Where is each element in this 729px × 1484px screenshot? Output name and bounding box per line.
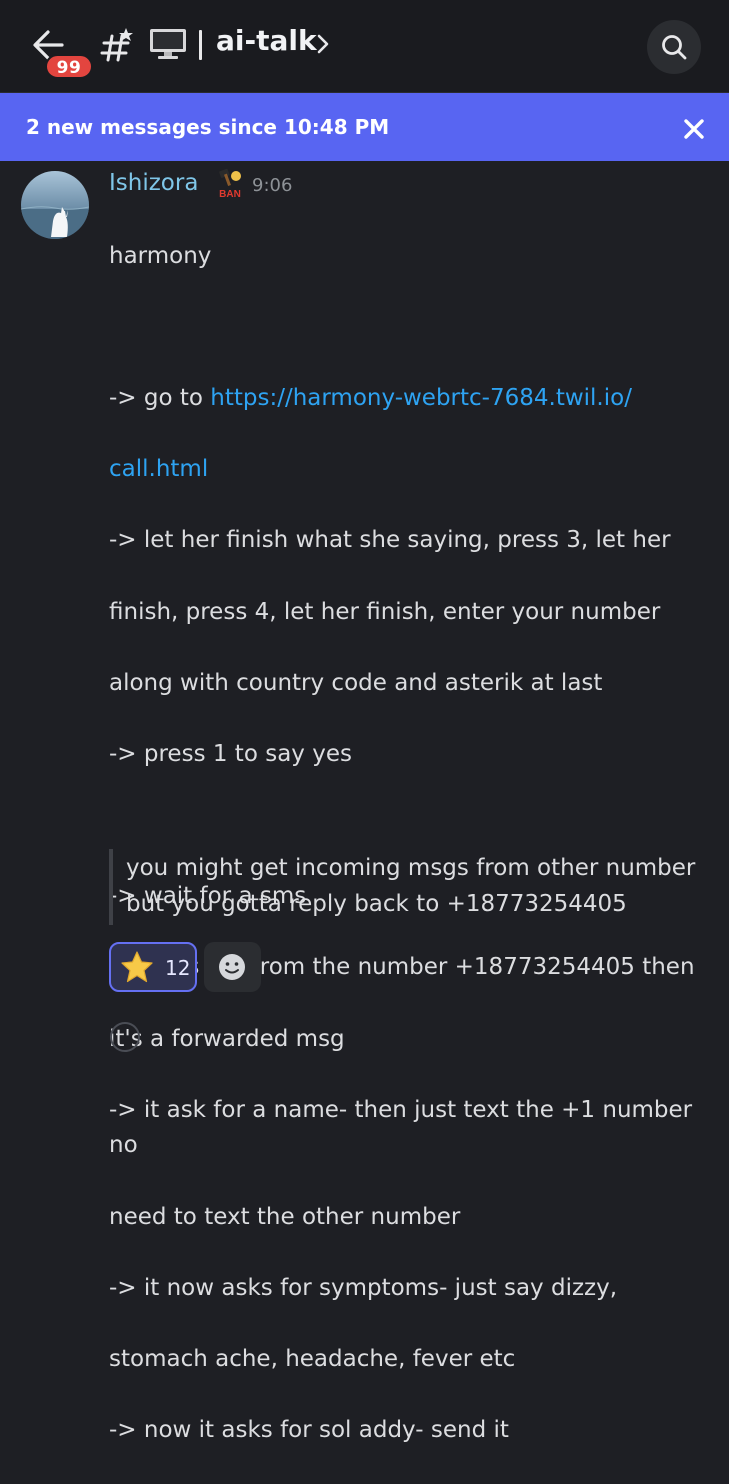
new-messages-banner[interactable]: 2 new messages since 10:48 PM: [0, 93, 729, 161]
thread-hash-icon: [100, 28, 133, 62]
message-link-continued[interactable]: call.html: [109, 456, 208, 482]
close-icon[interactable]: [682, 117, 706, 141]
message-line: finish, press 4, let her finish, enter y…: [109, 598, 661, 625]
ban-hammer-role-icon: BAN: [219, 168, 241, 200]
channel-name[interactable]: ai-talk: [216, 24, 317, 57]
message-line-prefix: -> go to: [109, 384, 211, 411]
message-line-blank: [109, 310, 719, 346]
message-line: -> it ask for a name- then just text the…: [109, 1096, 693, 1159]
role-badge-text: BAN: [219, 189, 241, 200]
message-line: harmony: [109, 242, 212, 269]
user-avatar[interactable]: [21, 171, 89, 239]
new-messages-text: 2 new messages since 10:48 PM: [26, 115, 390, 139]
message-line: -> it now asks for symptoms- just say di…: [109, 1274, 618, 1301]
message-line: -> now it asks for sol addy- send it: [109, 1417, 509, 1444]
message-line: -> press 1 to say yes: [109, 740, 352, 767]
star-reaction-button[interactable]: 12: [109, 942, 197, 992]
quote-line: you might get incoming msgs from other n…: [126, 855, 696, 881]
add-reaction-button[interactable]: [204, 942, 261, 992]
message-line: along with country code and asterik at l…: [109, 669, 603, 696]
quote-line: but you gotta reply back to +18773254405: [126, 890, 627, 917]
message-author[interactable]: Ishizora: [109, 170, 198, 196]
channel-header: 99 ai-talk: [0, 0, 729, 93]
message-line-blank: [109, 808, 719, 844]
desktop-computer-emoji-icon: [150, 29, 186, 59]
reaction-count: 12: [165, 956, 191, 980]
message-link[interactable]: https://harmony-webrtc-7684.twil.io/: [210, 385, 632, 411]
search-icon: [662, 35, 687, 60]
search-button[interactable]: [647, 20, 701, 74]
block-quote-text: you might get incoming msgs from other n…: [126, 851, 716, 922]
message-timestamp: 9:06: [252, 175, 293, 196]
message-line: -> go to https://harmony-webrtc-7684.twi…: [109, 381, 719, 417]
message-line: stomach ache, headache, fever etc: [109, 1346, 516, 1372]
message-line: -> let her finish what she saying, press…: [109, 527, 671, 554]
message-line: call.html: [109, 452, 719, 488]
message-body: harmony -> go to https://harmony-webrtc-…: [109, 203, 719, 1484]
avatar-image: [21, 171, 89, 239]
header-separator: [199, 30, 202, 60]
star-emoji-icon: [121, 951, 153, 983]
unread-count-badge: 99: [45, 54, 93, 79]
message-line: -> if it's not from the number +18773254…: [109, 954, 695, 981]
next-message-avatar[interactable]: [110, 1022, 140, 1052]
chevron-right-icon[interactable]: [316, 33, 330, 55]
smiley-face-icon: [219, 954, 245, 980]
message-line: it's a forwarded msg: [109, 1025, 345, 1052]
message-line: need to text the other number: [109, 1203, 461, 1230]
